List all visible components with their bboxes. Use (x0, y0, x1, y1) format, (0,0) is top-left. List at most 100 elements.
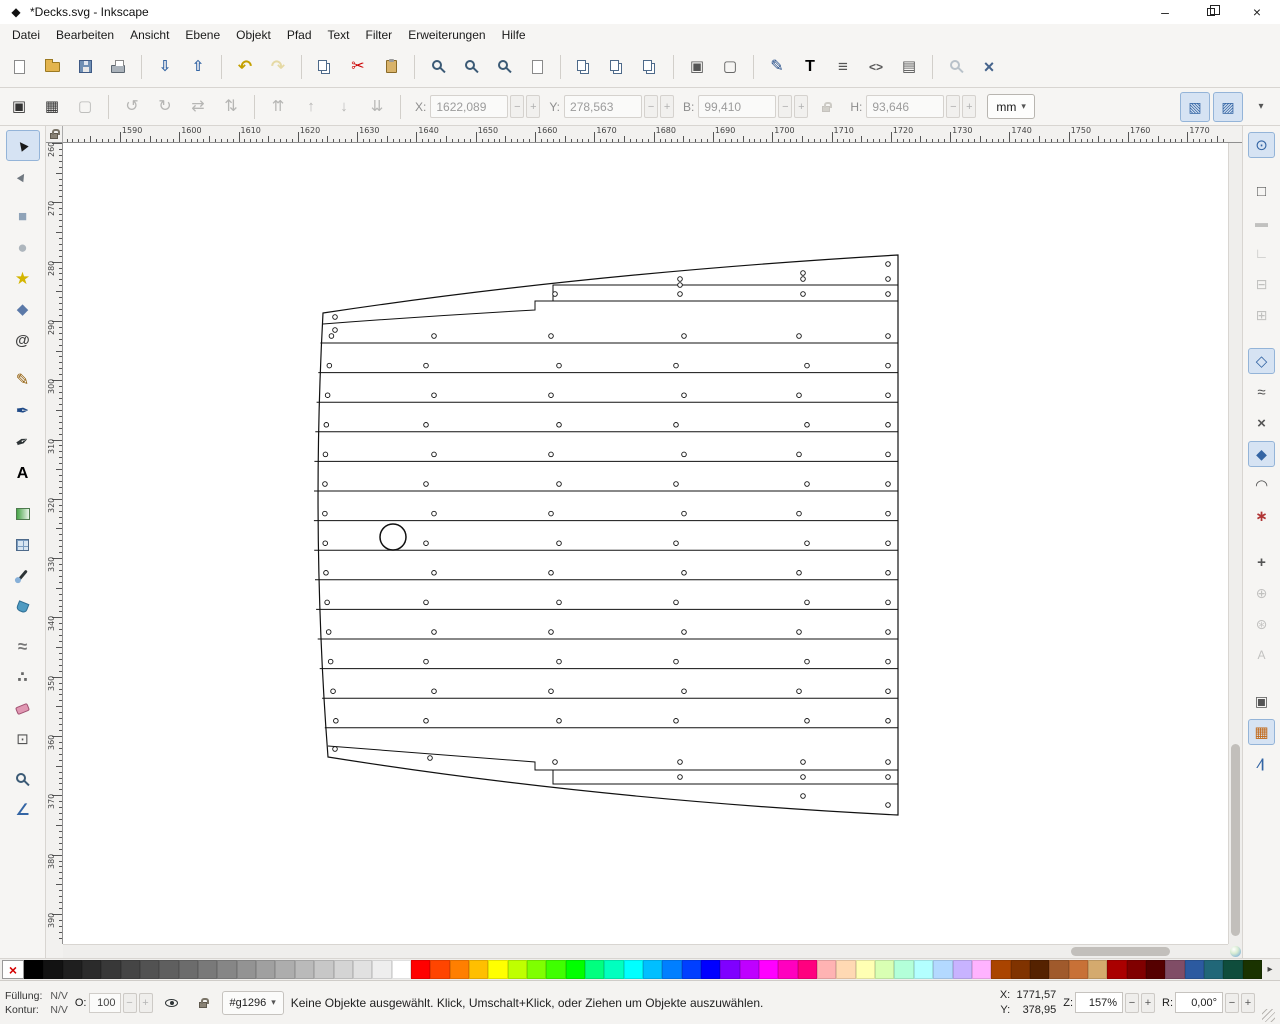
selector-tool-button[interactable]: ▲ (6, 130, 40, 161)
restore-button[interactable] (1188, 0, 1234, 24)
open-file-button[interactable] (37, 52, 67, 82)
flip-vertical-button[interactable]: ⇅ (216, 92, 246, 122)
color-swatch[interactable] (82, 960, 101, 979)
import-button[interactable]: ⇩ (150, 52, 180, 82)
color-swatch[interactable] (856, 960, 875, 979)
rotation-decrease-button[interactable]: − (1225, 993, 1239, 1013)
snap-bbox-button[interactable]: □ (1248, 178, 1275, 204)
color-swatch[interactable] (720, 960, 739, 979)
duplicate-button[interactable] (569, 52, 599, 82)
star-tool-button[interactable]: ★ (6, 263, 40, 294)
y-decrease-button[interactable]: − (644, 95, 658, 118)
snap-path-intersections-button[interactable]: × (1248, 410, 1275, 436)
color-swatch[interactable] (508, 960, 527, 979)
canvas[interactable] (63, 143, 1228, 944)
color-swatch[interactable] (759, 960, 778, 979)
menu-objekt[interactable]: Objekt (228, 26, 279, 44)
print-button[interactable] (103, 52, 133, 82)
zoom-decrease-button[interactable]: − (1125, 993, 1139, 1013)
snap-grid-button[interactable]: ▦ (1248, 719, 1275, 745)
preferences-button[interactable]: × (974, 52, 1004, 82)
color-swatch[interactable] (778, 960, 797, 979)
fill-stroke-dialog-button[interactable]: ✎ (762, 52, 792, 82)
color-swatch[interactable] (334, 960, 353, 979)
new-document-button[interactable] (4, 52, 34, 82)
color-swatch[interactable] (604, 960, 623, 979)
color-swatch[interactable] (662, 960, 681, 979)
snap-bbox-edge-midpoints-button[interactable]: ⊟ (1248, 271, 1275, 297)
snap-bbox-corners-button[interactable]: ∟ (1248, 240, 1275, 266)
color-swatch[interactable] (836, 960, 855, 979)
rectangle-tool-button[interactable]: ■ (6, 201, 40, 232)
lower-to-bottom-button[interactable]: ⇊ (362, 92, 392, 122)
horizontal-ruler[interactable]: 1590160016101620163016401650166016701680… (63, 126, 1228, 143)
horizontal-scrollbar[interactable] (63, 944, 1228, 958)
unit-selector[interactable]: mm▾ (987, 94, 1035, 119)
color-swatch[interactable] (159, 960, 178, 979)
color-swatch[interactable] (488, 960, 507, 979)
connector-tool-button[interactable]: ⊡ (6, 724, 40, 755)
color-swatch[interactable] (392, 960, 411, 979)
deck-cutout-circle[interactable] (380, 524, 406, 550)
color-swatch[interactable] (430, 960, 449, 979)
zoom-drawing-button[interactable] (456, 52, 486, 82)
group-button[interactable]: ▣ (682, 52, 712, 82)
bucket-fill-tool-button[interactable] (6, 591, 40, 622)
snap-others-button[interactable]: + (1248, 549, 1275, 575)
rotate-cw-button[interactable]: ↻ (150, 92, 180, 122)
fill-stroke-indicator[interactable]: Füllung: N/V Kontur: N/V (5, 990, 68, 1016)
zoom-page-width-button[interactable] (522, 52, 552, 82)
color-swatch[interactable] (43, 960, 62, 979)
color-swatch[interactable] (1185, 960, 1204, 979)
color-swatch[interactable] (179, 960, 198, 979)
opacity-decrease-button[interactable]: − (123, 993, 137, 1013)
zoom-page-button[interactable] (489, 52, 519, 82)
color-swatch[interactable] (1146, 960, 1165, 979)
snap-bbox-centers-button[interactable]: ⊞ (1248, 302, 1275, 328)
align-distribute-dialog-button[interactable]: ▤ (894, 52, 924, 82)
export-button[interactable]: ⇧ (183, 52, 213, 82)
x-increase-button[interactable]: + (526, 95, 540, 118)
zoom-tool-button[interactable] (6, 764, 40, 795)
spiral-tool-button[interactable]: @ (6, 325, 40, 356)
deselect-button[interactable]: ▢ (70, 92, 100, 122)
color-swatch[interactable] (121, 960, 140, 979)
color-swatch[interactable] (643, 960, 662, 979)
zoom-increase-button[interactable]: + (1141, 993, 1155, 1013)
color-swatch[interactable] (1030, 960, 1049, 979)
color-swatch[interactable] (256, 960, 275, 979)
color-swatch[interactable] (546, 960, 565, 979)
toolbar-overflow-button[interactable]: ▾ (1246, 92, 1276, 122)
snap-paths-button[interactable]: ≈ (1248, 379, 1275, 405)
calligraphy-tool-button[interactable]: ✒ (6, 427, 40, 458)
x-input[interactable]: 1622,089 (430, 95, 508, 118)
color-swatch[interactable] (1011, 960, 1030, 979)
close-button[interactable]: × (1234, 0, 1280, 24)
color-swatch[interactable] (353, 960, 372, 979)
snap-object-centers-button[interactable]: ⊕ (1248, 580, 1275, 606)
color-swatch[interactable] (1243, 960, 1262, 979)
height-decrease-button[interactable]: − (946, 95, 960, 118)
lower-button[interactable]: ↓ (329, 92, 359, 122)
vertical-scrollbar[interactable] (1228, 143, 1242, 944)
find-button[interactable] (941, 52, 971, 82)
zoom-selection-button[interactable] (423, 52, 453, 82)
color-swatch[interactable] (933, 960, 952, 979)
color-swatch[interactable] (624, 960, 643, 979)
color-swatch[interactable] (217, 960, 236, 979)
resize-grip[interactable] (1262, 1009, 1275, 1022)
color-swatch[interactable] (798, 960, 817, 979)
snap-rotation-centers-button[interactable]: ⊛ (1248, 611, 1275, 637)
flip-horizontal-button[interactable]: ⇄ (183, 92, 213, 122)
spray-tool-button[interactable]: ∴ (6, 662, 40, 693)
ellipse-tool-button[interactable]: ● (6, 232, 40, 263)
guide-lock-corner[interactable] (46, 126, 63, 143)
select-all-button[interactable]: ▣ (4, 92, 34, 122)
paste-button[interactable] (376, 52, 406, 82)
menu-ebene[interactable]: Ebene (177, 26, 228, 44)
raise-button[interactable]: ↑ (296, 92, 326, 122)
minimize-button[interactable]: – (1142, 0, 1188, 24)
color-swatch[interactable] (972, 960, 991, 979)
measure-tool-button[interactable]: ∠ (6, 795, 40, 826)
menu-pfad[interactable]: Pfad (279, 26, 320, 44)
